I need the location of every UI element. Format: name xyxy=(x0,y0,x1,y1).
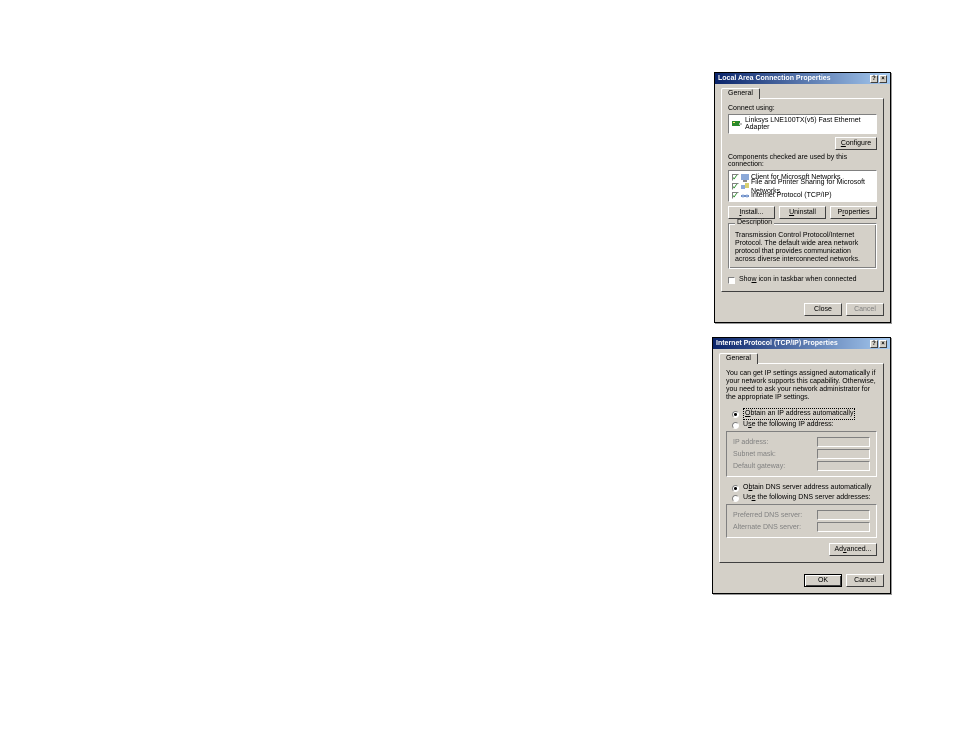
advanced-button[interactable]: Advanced... xyxy=(829,543,877,556)
protocol-icon xyxy=(741,192,749,200)
alternate-dns-field xyxy=(817,522,870,532)
adapter-name: Linksys LNE100TX(v5) Fast Ethernet Adapt… xyxy=(745,117,873,131)
ip-fields-group: IP address: Subnet mask: Default gateway… xyxy=(726,431,877,477)
share-icon xyxy=(741,183,749,191)
description-group: Description Transmission Control Protoco… xyxy=(728,223,877,269)
subnet-mask-label: Subnet mask: xyxy=(733,451,811,458)
close-button[interactable]: × xyxy=(879,75,887,83)
adapter-field: Linksys LNE100TX(v5) Fast Ethernet Adapt… xyxy=(728,114,877,134)
show-icon-checkbox[interactable] xyxy=(728,277,735,284)
checkbox[interactable] xyxy=(732,183,739,190)
tab-general[interactable]: General xyxy=(719,353,758,364)
dns-fields-group: Preferred DNS server: Alternate DNS serv… xyxy=(726,504,877,538)
cancel-button[interactable]: Cancel xyxy=(846,574,884,587)
default-gateway-field xyxy=(817,461,870,471)
radio-obtain-dns-auto[interactable] xyxy=(732,485,739,492)
client-icon xyxy=(741,174,749,182)
nic-icon xyxy=(732,120,742,128)
window-title: Local Area Connection Properties xyxy=(718,75,831,82)
properties-button[interactable]: Properties xyxy=(830,206,877,219)
preferred-dns-field xyxy=(817,510,870,520)
preferred-dns-label: Preferred DNS server: xyxy=(733,512,811,519)
checkbox[interactable] xyxy=(732,174,739,181)
radio-obtain-ip-auto-label: Obtain an IP address automatically xyxy=(743,408,855,420)
radio-obtain-dns-auto-label: Obtain DNS server address automatically xyxy=(743,483,871,493)
ip-address-label: IP address: xyxy=(733,439,811,446)
description-legend: Description xyxy=(735,219,774,226)
close-dialog-button[interactable]: Close xyxy=(804,303,842,316)
components-listbox[interactable]: Client for Microsoft Networks File and P… xyxy=(728,170,877,202)
subnet-mask-field xyxy=(817,449,870,459)
connect-using-label: Connect using: xyxy=(728,105,877,112)
components-label: Components checked are used by this conn… xyxy=(728,154,877,168)
intro-text: You can get IP settings assigned automat… xyxy=(726,370,877,402)
tcpip-properties-dialog: Internet Protocol (TCP/IP) Properties ? … xyxy=(712,337,891,594)
checkbox[interactable] xyxy=(732,192,739,199)
titlebar[interactable]: Local Area Connection Properties ? × xyxy=(715,73,890,84)
radio-use-following-ip-label: Use the following IP address: xyxy=(743,420,834,430)
description-text: Transmission Control Protocol/Internet P… xyxy=(735,232,870,264)
install-button[interactable]: Install... xyxy=(728,206,775,219)
list-item[interactable]: File and Printer Sharing for Microsoft N… xyxy=(732,182,873,191)
radio-use-following-dns-label: Use the following DNS server addresses: xyxy=(743,493,871,503)
help-button[interactable]: ? xyxy=(870,75,878,83)
ip-address-field xyxy=(817,437,870,447)
tab-general[interactable]: General xyxy=(721,88,760,99)
default-gateway-label: Default gateway: xyxy=(733,463,811,470)
titlebar[interactable]: Internet Protocol (TCP/IP) Properties ? … xyxy=(713,338,890,349)
configure-button[interactable]: Configure xyxy=(835,137,877,150)
alternate-dns-label: Alternate DNS server: xyxy=(733,524,811,531)
ok-button[interactable]: OK xyxy=(804,574,842,587)
window-title: Internet Protocol (TCP/IP) Properties xyxy=(716,340,838,347)
radio-use-following-dns[interactable] xyxy=(732,495,739,502)
local-area-connection-properties-dialog: Local Area Connection Properties ? × Gen… xyxy=(714,72,891,323)
list-item-label: Internet Protocol (TCP/IP) xyxy=(751,191,832,200)
uninstall-button[interactable]: Uninstall xyxy=(779,206,826,219)
help-button[interactable]: ? xyxy=(870,340,878,348)
radio-obtain-ip-auto[interactable] xyxy=(732,411,739,418)
show-icon-label: Show icon in taskbar when connected xyxy=(739,275,857,285)
close-button[interactable]: × xyxy=(879,340,887,348)
cancel-dialog-button: Cancel xyxy=(846,303,884,316)
radio-use-following-ip[interactable] xyxy=(732,422,739,429)
